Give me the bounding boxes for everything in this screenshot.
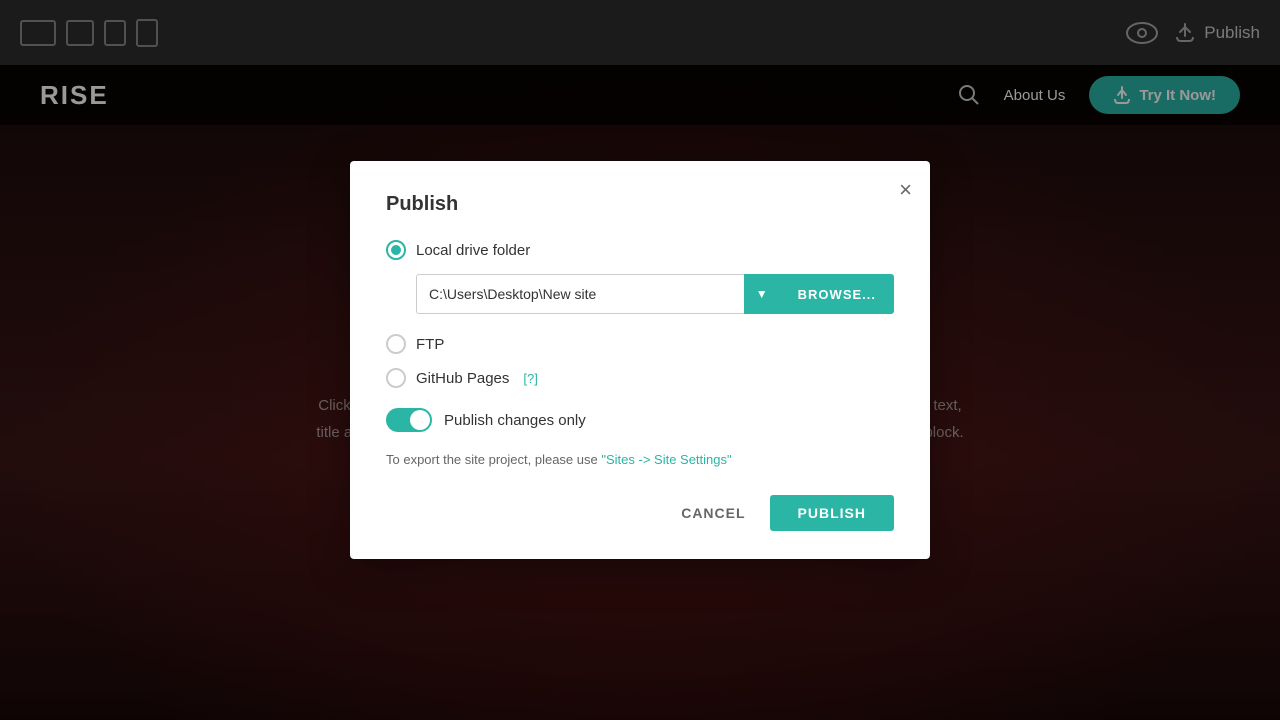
radio-github[interactable] [386, 368, 406, 388]
radio-ftp[interactable] [386, 334, 406, 354]
file-dropdown-button[interactable]: ▼ [744, 274, 780, 314]
option-github[interactable]: GitHub Pages [?] [386, 368, 894, 388]
publish-changes-toggle[interactable] [386, 408, 432, 432]
publish-changes-label: Publish changes only [444, 412, 586, 429]
toggle-knob [410, 410, 430, 430]
export-note-prefix: To export the site project, please use [386, 452, 601, 467]
modal-overlay: Publish × Local drive folder ▼ BROWSE...… [0, 0, 1280, 720]
github-help-link[interactable]: [?] [523, 371, 537, 386]
publish-changes-toggle-row: Publish changes only [386, 408, 894, 432]
cancel-button[interactable]: CANCEL [669, 495, 757, 531]
file-input-row: ▼ BROWSE... [416, 274, 894, 314]
publish-modal: Publish × Local drive folder ▼ BROWSE...… [350, 161, 930, 559]
dropdown-arrow: ▼ [756, 287, 768, 301]
publish-action-button[interactable]: PUBLISH [770, 495, 894, 531]
export-settings-link[interactable]: "Sites -> Site Settings" [601, 452, 731, 467]
radio-local-drive[interactable] [386, 240, 406, 260]
browse-button[interactable]: BROWSE... [780, 274, 894, 314]
modal-title: Publish [386, 193, 894, 216]
option-ftp-label: FTP [416, 336, 444, 353]
option-local-drive[interactable]: Local drive folder [386, 240, 894, 260]
option-github-label: GitHub Pages [416, 370, 509, 387]
modal-actions: CANCEL PUBLISH [386, 495, 894, 531]
option-ftp[interactable]: FTP [386, 334, 894, 354]
modal-close-button[interactable]: × [899, 179, 912, 201]
option-local-label: Local drive folder [416, 242, 530, 259]
file-path-input[interactable] [416, 274, 744, 314]
export-note: To export the site project, please use "… [386, 452, 894, 467]
